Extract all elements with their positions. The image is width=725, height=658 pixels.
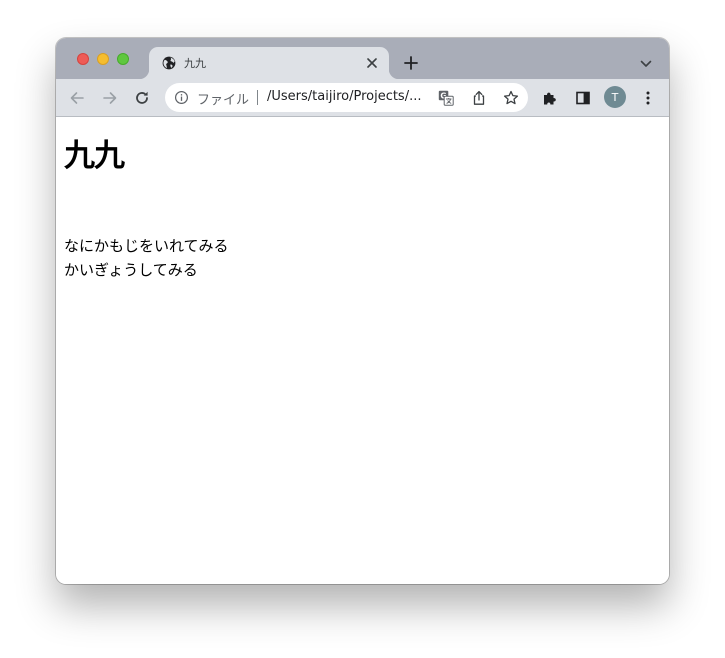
- plus-icon: [404, 56, 418, 70]
- side-panel-button[interactable]: [571, 86, 595, 110]
- close-icon: [367, 58, 377, 68]
- tab-close-button[interactable]: [363, 54, 381, 72]
- tab-title: 九九: [184, 57, 206, 70]
- address-separator: [257, 90, 258, 105]
- scheme-label: ファイル: [197, 93, 250, 108]
- title-bar: 九九: [56, 38, 669, 79]
- body-line: かいぎょうしてみる: [64, 261, 198, 279]
- bookmark-button[interactable]: [500, 87, 522, 109]
- minimize-window-button[interactable]: [97, 53, 109, 65]
- tab-search-button[interactable]: [636, 54, 656, 74]
- browser-window: 九九 ファイル /Users/taijiro/Projects/... G T …: [56, 38, 669, 584]
- back-button[interactable]: [65, 86, 89, 110]
- body-line: なにかもじをいれてみる: [64, 237, 229, 255]
- browser-menu-button[interactable]: [636, 86, 660, 110]
- forward-arrow-icon: [103, 92, 117, 104]
- reload-button[interactable]: [130, 86, 154, 110]
- globe-icon: [162, 56, 176, 70]
- url-text[interactable]: /Users/taijiro/Projects/...: [267, 89, 421, 104]
- forward-button[interactable]: [98, 86, 122, 110]
- page-content: 九九 なにかもじをいれてみる かいぎょうしてみる: [56, 117, 669, 584]
- close-window-button[interactable]: [77, 53, 89, 65]
- translate-button[interactable]: G: [435, 87, 457, 109]
- address-bar[interactable]: ファイル /Users/taijiro/Projects/... G: [165, 83, 528, 112]
- new-tab-button[interactable]: [400, 52, 422, 74]
- back-arrow-icon: [70, 92, 84, 104]
- page-heading: 九九: [64, 138, 125, 174]
- side-panel-icon: [576, 91, 590, 105]
- translate-icon: G: [438, 90, 454, 106]
- reload-icon: [136, 91, 148, 104]
- puzzle-icon: [544, 92, 556, 105]
- extensions-button[interactable]: [538, 86, 562, 110]
- star-icon: [503, 90, 519, 105]
- share-button[interactable]: [468, 87, 490, 109]
- browser-tab[interactable]: 九九: [139, 47, 399, 79]
- profile-avatar[interactable]: T: [604, 86, 626, 108]
- share-icon: [473, 90, 485, 105]
- zoom-window-button[interactable]: [117, 53, 129, 65]
- kebab-menu-icon: [646, 91, 650, 105]
- chevron-down-icon: [640, 60, 652, 67]
- info-icon[interactable]: [174, 90, 189, 105]
- browser-toolbar: ファイル /Users/taijiro/Projects/... G T: [56, 79, 669, 117]
